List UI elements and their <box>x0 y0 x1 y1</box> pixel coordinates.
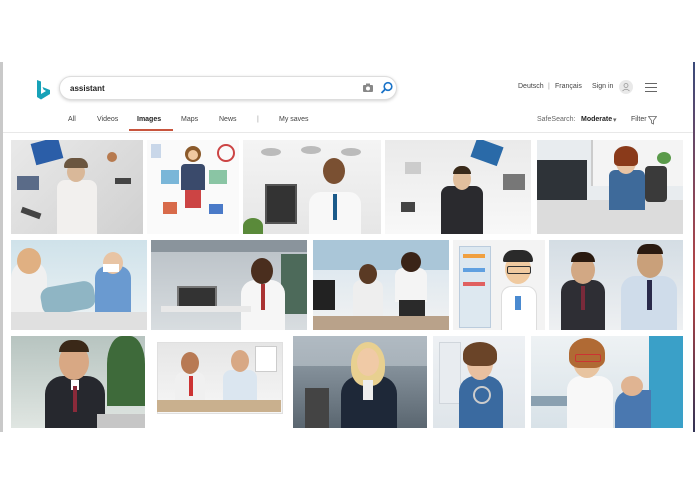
menu-icon[interactable] <box>645 83 657 92</box>
browser-page: Deutsch | Français Sign in All Videos Im… <box>3 62 693 432</box>
language-francais[interactable]: Français <box>555 83 582 90</box>
user-icon <box>622 83 630 92</box>
image-result[interactable] <box>243 140 381 234</box>
bing-logo-icon[interactable] <box>36 80 52 100</box>
tab-separator: | <box>257 116 259 123</box>
language-deutsch[interactable]: Deutsch <box>518 83 544 90</box>
image-result[interactable] <box>531 336 683 428</box>
image-result[interactable] <box>549 240 683 330</box>
camera-search-icon[interactable] <box>362 82 374 94</box>
header-divider <box>3 132 693 133</box>
search-icon[interactable] <box>380 81 394 95</box>
image-result[interactable] <box>433 336 525 428</box>
image-result[interactable] <box>385 140 531 234</box>
image-result[interactable] <box>11 240 147 330</box>
avatar[interactable] <box>619 80 633 94</box>
image-result[interactable] <box>151 336 287 418</box>
safesearch-label: SafeSearch: <box>537 116 576 123</box>
safesearch-dropdown[interactable]: Moderate <box>581 116 612 123</box>
image-result[interactable] <box>11 140 143 234</box>
tab-my-saves[interactable]: My saves <box>279 116 309 123</box>
image-result[interactable] <box>151 240 307 330</box>
image-result[interactable] <box>537 140 683 234</box>
tab-all[interactable]: All <box>68 116 76 123</box>
image-result[interactable] <box>313 240 449 330</box>
tab-maps[interactable]: Maps <box>181 116 198 123</box>
sign-in-link[interactable]: Sign in <box>592 83 613 90</box>
filter-button[interactable]: Filter <box>631 116 647 123</box>
search-input[interactable] <box>70 80 350 96</box>
image-result[interactable] <box>293 336 427 428</box>
image-result[interactable] <box>453 240 545 330</box>
image-result[interactable] <box>147 140 239 234</box>
chevron-down-icon[interactable]: ▾ <box>613 116 617 124</box>
tab-videos[interactable]: Videos <box>97 116 118 123</box>
language-separator: | <box>548 83 550 90</box>
active-tab-indicator <box>129 129 173 131</box>
tab-news[interactable]: News <box>219 116 237 123</box>
image-result[interactable] <box>11 336 145 428</box>
filter-icon[interactable] <box>648 116 657 125</box>
search-box[interactable] <box>59 76 397 100</box>
tab-images[interactable]: Images <box>137 116 161 123</box>
